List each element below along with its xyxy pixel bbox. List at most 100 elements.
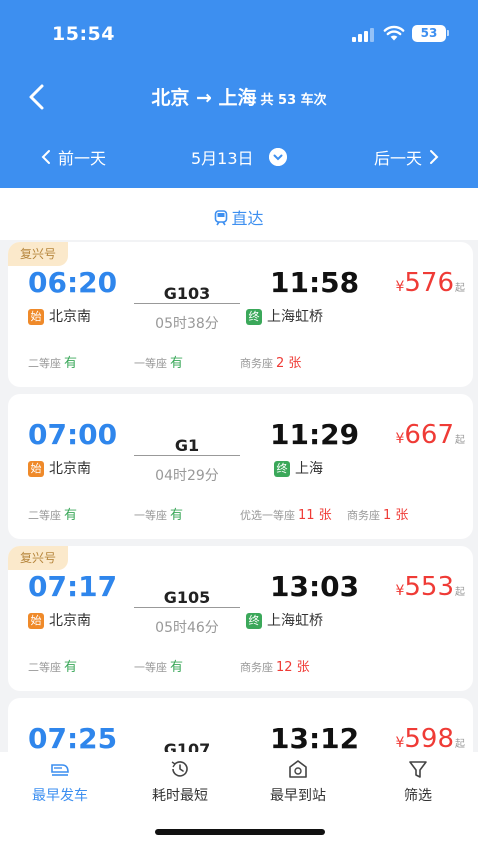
train-card[interactable]: 复兴号 07:17 始北京南 G105 05时46分 13:03 终上海虹桥 ¥… (8, 546, 473, 691)
wifi-icon (383, 25, 405, 41)
end-tag: 终 (274, 461, 290, 477)
arrival-station: 终上海 (274, 458, 323, 478)
seat-business: 商务座 1 张 (347, 504, 408, 523)
fuxing-badge: 复兴号 (8, 546, 68, 570)
seat-name: 一等座 (134, 661, 167, 674)
seat-name: 商务座 (240, 357, 273, 370)
train-number: G1 (174, 436, 200, 455)
direct-label: 直达 (231, 209, 264, 228)
tab-label: 最早发车 (32, 788, 88, 804)
departure-time: 07:25 (28, 722, 118, 752)
price-value: 553 (404, 572, 454, 602)
seat-availability: 有 (170, 660, 184, 675)
end-tag: 终 (246, 309, 262, 325)
price-suffix: 起 (455, 435, 465, 446)
departure-time: 06:20 (28, 266, 118, 299)
date-label: 5月13日 (191, 149, 254, 168)
seat-business: 商务座 12 张 (240, 656, 310, 675)
price: ¥576起 (395, 268, 465, 298)
arrival-station-name: 上海虹桥 (267, 613, 323, 629)
route-text: 北京 → 上海 (151, 87, 257, 109)
arrival-station: 终上海虹桥 (246, 306, 323, 326)
train-card[interactable]: 复兴号 06:20 始北京南 G103 05时38分 11:58 终上海虹桥 ¥… (8, 242, 473, 387)
train-number: G107 (163, 740, 211, 752)
seat-availability: 有 (170, 356, 184, 371)
seat-availability: 11 张 (298, 508, 332, 523)
price-suffix: 起 (455, 283, 465, 294)
seat-business: 商务座 2 张 (240, 352, 301, 371)
station-icon (289, 760, 307, 778)
tab-filter[interactable]: 筛选 (368, 758, 468, 805)
tab-label: 最早到站 (270, 788, 326, 804)
seat-availability: 12 张 (276, 660, 310, 675)
seat-availability: 有 (64, 356, 78, 371)
arrival-time: 11:58 (270, 266, 360, 299)
start-tag: 始 (28, 613, 44, 629)
seat-name: 二等座 (28, 357, 61, 370)
seat-name: 优选一等座 (240, 509, 295, 522)
battery-tip (447, 30, 449, 36)
train-card[interactable]: 07:25 G107 13:12 ¥598起 (8, 698, 473, 752)
duration: 05时46分 (155, 620, 219, 636)
end-tag: 终 (246, 613, 262, 629)
price-suffix: 起 (455, 739, 465, 750)
fuxing-badge: 复兴号 (8, 242, 68, 266)
status-bar: 15:54 53 (0, 0, 478, 70)
seat-first: 一等座有 (134, 352, 183, 371)
train-number: G105 (163, 588, 211, 607)
home-indicator[interactable] (155, 829, 325, 835)
tab-earliest-arrival[interactable]: 最早到站 (248, 758, 348, 805)
clock-icon (171, 761, 188, 777)
seat-second: 二等座有 (28, 352, 77, 371)
departure-station-name: 北京南 (49, 309, 91, 325)
date-picker[interactable]: 5月13日 (191, 145, 254, 169)
chevron-down-icon[interactable] (269, 148, 287, 166)
chevron-right-icon (430, 150, 439, 164)
seat-availability: 有 (170, 508, 184, 523)
divider (134, 455, 240, 456)
tab-bar: 最早发车 耗时最短 最早到站 筛选 (0, 752, 478, 850)
seat-name: 商务座 (347, 509, 380, 522)
seat-name: 二等座 (28, 509, 61, 522)
seat-name: 一等座 (134, 357, 167, 370)
departure-time: 07:17 (28, 570, 118, 603)
train-icon (51, 764, 69, 776)
train-count: 共 53 车次 (260, 93, 327, 108)
battery-icon: 53 (412, 25, 446, 42)
start-tag: 始 (28, 309, 44, 325)
seat-second: 二等座有 (28, 504, 77, 523)
seat-first: 一等座有 (134, 656, 183, 675)
seat-availability: 2 张 (276, 356, 302, 371)
seat-availability: 有 (64, 660, 78, 675)
arrival-station-name: 上海 (295, 461, 323, 477)
divider (134, 607, 240, 608)
next-day-button[interactable]: 后一天 (374, 145, 440, 169)
next-day-label: 后一天 (373, 149, 422, 168)
arrival-station: 终上海虹桥 (246, 610, 323, 630)
duration: 04时29分 (155, 468, 219, 484)
status-time: 15:54 (52, 23, 115, 45)
start-tag: 始 (28, 461, 44, 477)
train-card[interactable]: 07:00 始北京南 G1 04时29分 11:29 终上海 ¥667起 二等座… (8, 394, 473, 539)
prev-day-label: 前一天 (58, 149, 107, 168)
tab-earliest-departure[interactable]: 最早发车 (10, 758, 110, 805)
price-value: 667 (404, 420, 454, 450)
arrival-time: 13:12 (270, 722, 360, 752)
seat-name: 一等座 (134, 509, 167, 522)
prev-day-button[interactable]: 前一天 (40, 145, 106, 169)
date-bar: 前一天 5月13日 后一天 (0, 140, 478, 174)
seat-premium-first: 优选一等座 11 张 (240, 504, 332, 523)
arrival-station-name: 上海虹桥 (267, 309, 323, 325)
departure-station: 始北京南 (28, 458, 91, 478)
divider (134, 303, 240, 304)
departure-station: 始北京南 (28, 306, 91, 326)
price: ¥667起 (395, 420, 465, 450)
price: ¥598起 (395, 724, 465, 752)
tab-label: 耗时最短 (152, 788, 208, 804)
tab-shortest-time[interactable]: 耗时最短 (130, 758, 230, 805)
arrival-time: 13:03 (270, 570, 360, 603)
direct-filter[interactable]: 直达 (0, 205, 478, 229)
seat-name: 商务座 (240, 661, 273, 674)
route-title: 北京 → 上海共 53 车次 (0, 83, 478, 110)
seat-name: 二等座 (28, 661, 61, 674)
